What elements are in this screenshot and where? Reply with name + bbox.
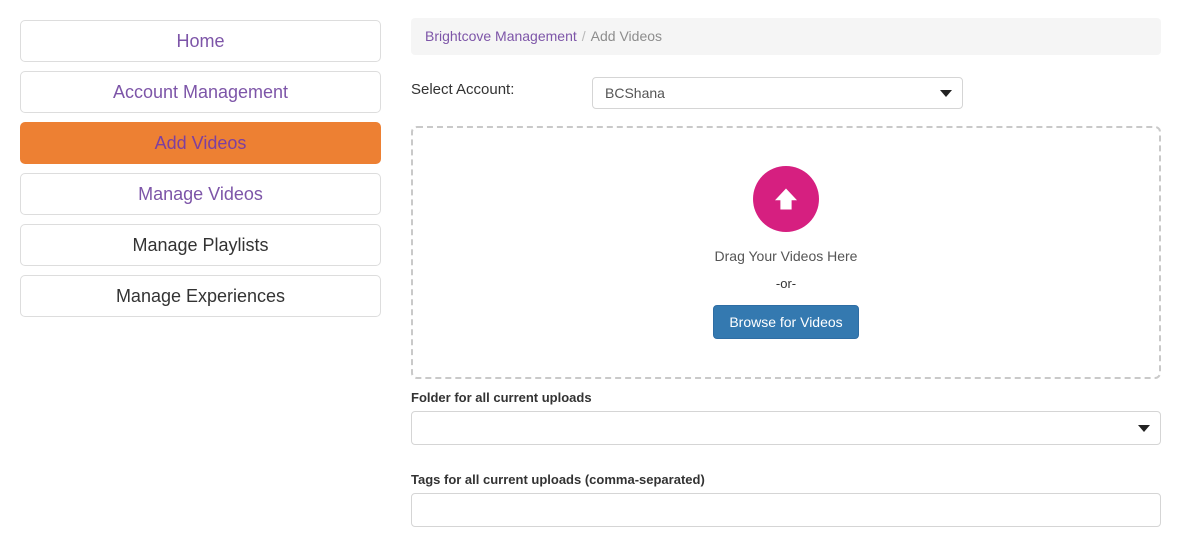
tags-field-label: Tags for all current uploads (comma-sepa…: [411, 472, 705, 487]
sidebar-item-account-management[interactable]: Account Management: [20, 71, 381, 113]
add-videos-page: Home Account Management Add Videos Manag…: [0, 0, 1183, 540]
upload-arrow-icon: [753, 165, 819, 232]
sidebar-item-manage-playlists[interactable]: Manage Playlists: [20, 224, 381, 266]
folder-dropdown[interactable]: [411, 411, 1161, 445]
video-dropzone[interactable]: Drag Your Videos Here -or- Browse for Vi…: [411, 126, 1161, 379]
breadcrumb-link-brightcove-management[interactable]: Brightcove Management: [425, 28, 577, 44]
sidebar-item-manage-videos[interactable]: Manage Videos: [20, 173, 381, 215]
select-account-row: Select Account: BCShana: [411, 77, 1161, 109]
breadcrumb: Brightcove Management / Add Videos: [411, 18, 1161, 55]
sidebar-nav: Home Account Management Add Videos Manag…: [20, 20, 381, 326]
tags-input[interactable]: [411, 493, 1161, 527]
main-content: Brightcove Management / Add Videos Select …: [411, 18, 1161, 540]
select-account-label: Select Account:: [411, 81, 515, 98]
chevron-down-icon: [940, 90, 952, 97]
folder-field-label: Folder for all current uploads: [411, 390, 592, 405]
select-account-dropdown[interactable]: BCShana: [592, 77, 963, 109]
drag-videos-text: Drag Your Videos Here: [714, 247, 858, 264]
sidebar-item-add-videos[interactable]: Add Videos: [20, 122, 381, 164]
browse-for-videos-button[interactable]: Browse for Videos: [713, 304, 859, 340]
sidebar-item-home[interactable]: Home: [20, 20, 381, 62]
sidebar-item-manage-experiences[interactable]: Manage Experiences: [20, 275, 381, 317]
select-account-value: BCShana: [605, 85, 665, 101]
breadcrumb-current-add-videos: Add Videos: [590, 28, 663, 44]
chevron-down-icon: [1138, 425, 1150, 432]
breadcrumb-separator: /: [581, 28, 586, 44]
or-separator-text: -or-: [775, 275, 797, 291]
